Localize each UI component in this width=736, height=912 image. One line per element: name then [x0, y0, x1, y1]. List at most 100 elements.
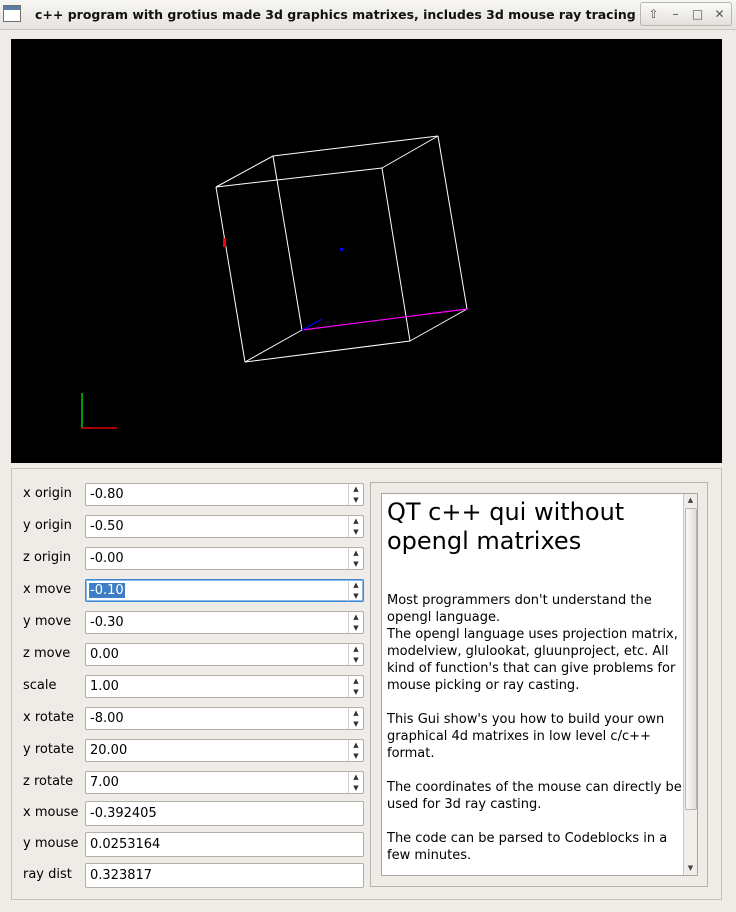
spin-up-arrow-icon[interactable]: ▲	[349, 772, 363, 782]
field-label: x move	[23, 582, 72, 597]
info-paragraph: The coordinates of the mouse can directl…	[387, 780, 682, 812]
field-label: z move	[23, 646, 71, 661]
x-rotate-spinbox[interactable]: -8.00 ▲ ▼	[85, 707, 364, 730]
info-scrollbar[interactable]: ▲ ▼	[683, 494, 697, 875]
spin-down-arrow-icon[interactable]: ▼	[349, 655, 363, 665]
info-text-view[interactable]: QT c++ qui without opengl matrixes Most …	[381, 493, 698, 876]
field-label: y origin	[23, 518, 72, 533]
spin-down-arrow-icon[interactable]: ▼	[349, 495, 363, 505]
x-mouse-field[interactable]: -0.392405	[85, 801, 364, 826]
field-label: z origin	[23, 550, 71, 565]
cube-edge	[215, 186, 246, 363]
scroll-up-arrow-icon[interactable]: ▲	[684, 494, 697, 507]
spin-down-arrow-icon[interactable]: ▼	[349, 687, 363, 697]
field-label: scale	[23, 678, 57, 693]
spin-buttons: ▲ ▼	[348, 740, 363, 761]
spin-buttons: ▲ ▼	[348, 548, 363, 569]
scroll-down-arrow-icon[interactable]: ▼	[684, 862, 697, 875]
spinbox-value: 0.00	[90, 647, 119, 662]
spinbox-value: -0.00	[90, 551, 124, 566]
spinbox-value: 20.00	[90, 743, 128, 758]
spin-down-arrow-icon[interactable]: ▼	[349, 623, 363, 633]
spin-buttons: ▲ ▼	[348, 516, 363, 537]
spinbox-value: 1.00	[90, 679, 119, 694]
spin-up-arrow-icon[interactable]: ▲	[349, 580, 363, 590]
cube-edge	[409, 308, 468, 342]
cube-center-point	[340, 248, 343, 251]
ray-dist-field[interactable]: 0.323817	[85, 863, 364, 888]
field-value: -0.392405	[90, 806, 157, 821]
cube-edge	[272, 155, 303, 331]
field-label: y mouse	[23, 836, 79, 851]
field-label: x rotate	[23, 710, 74, 725]
x-move-spinbox[interactable]: -0.10 ▲ ▼	[85, 579, 364, 602]
spinbox-value: -0.80	[90, 487, 124, 502]
cube-edge	[215, 167, 383, 188]
cube-edge	[244, 340, 411, 363]
minimize-icon[interactable]: –	[665, 5, 686, 24]
spin-buttons: ▲ ▼	[348, 772, 363, 793]
window-title: c++ program with grotius made 3d graphic…	[35, 7, 652, 22]
cube-edge	[244, 329, 303, 363]
spin-down-arrow-icon[interactable]: ▼	[349, 527, 363, 537]
cube-edge	[437, 135, 468, 310]
shade-up-icon[interactable]: ⇧	[643, 5, 664, 24]
spin-up-arrow-icon[interactable]: ▲	[349, 612, 363, 622]
spin-down-arrow-icon[interactable]: ▼	[349, 591, 363, 601]
spin-up-arrow-icon[interactable]: ▲	[349, 740, 363, 750]
title-bar[interactable]: c++ program with grotius made 3d graphic…	[0, 0, 736, 30]
spin-down-arrow-icon[interactable]: ▼	[349, 751, 363, 761]
x-origin-spinbox[interactable]: -0.80 ▲ ▼	[85, 483, 364, 506]
viewport-drawing	[81, 135, 468, 429]
cube-edge	[381, 167, 411, 342]
field-label: x mouse	[23, 805, 79, 820]
field-label: y rotate	[23, 742, 74, 757]
scroll-thumb[interactable]	[685, 508, 697, 810]
spin-down-arrow-icon[interactable]: ▼	[349, 783, 363, 793]
spin-up-arrow-icon[interactable]: ▲	[349, 644, 363, 654]
cube-edge	[272, 135, 439, 157]
info-paragraph: The code can be parsed to Codeblocks in …	[387, 831, 668, 863]
spinbox-value: -0.30	[90, 615, 124, 630]
spin-buttons: ▲ ▼	[348, 676, 363, 697]
spin-up-arrow-icon[interactable]: ▲	[349, 516, 363, 526]
info-text-content: QT c++ qui without opengl matrixes Most …	[387, 498, 683, 875]
field-label: ray dist	[23, 867, 72, 882]
highlighted-ray-edge	[301, 308, 468, 331]
scale-spinbox[interactable]: 1.00 ▲ ▼	[85, 675, 364, 698]
info-heading: QT c++ qui without opengl matrixes	[387, 498, 625, 555]
maximize-icon[interactable]: □	[687, 5, 708, 24]
cube-edge	[215, 155, 274, 188]
spin-buttons: ▲ ▼	[348, 612, 363, 633]
field-value: 0.0253164	[90, 837, 161, 852]
y-rotate-spinbox[interactable]: 20.00 ▲ ▼	[85, 739, 364, 762]
close-icon[interactable]: ✕	[709, 5, 730, 24]
field-label: z rotate	[23, 774, 74, 789]
3d-viewport[interactable]	[11, 39, 722, 463]
spin-buttons: ▲ ▼	[348, 644, 363, 665]
spin-up-arrow-icon[interactable]: ▲	[349, 676, 363, 686]
spin-up-arrow-icon[interactable]: ▲	[349, 548, 363, 558]
y-origin-spinbox[interactable]: -0.50 ▲ ▼	[85, 515, 364, 538]
y-move-spinbox[interactable]: -0.30 ▲ ▼	[85, 611, 364, 634]
y-mouse-field[interactable]: 0.0253164	[85, 832, 364, 857]
field-value: 0.323817	[90, 868, 153, 883]
spinbox-value: -0.50	[90, 519, 124, 534]
z-rotate-spinbox[interactable]: 7.00 ▲ ▼	[85, 771, 364, 794]
info-paragraph: This Gui show's you how to build your ow…	[387, 712, 665, 761]
spin-up-arrow-icon[interactable]: ▲	[349, 484, 363, 494]
z-origin-spinbox[interactable]: -0.00 ▲ ▼	[85, 547, 364, 570]
info-paragraph: Most programmers don't understand the op…	[387, 593, 678, 693]
spin-buttons: ▲ ▼	[348, 484, 363, 505]
spin-down-arrow-icon[interactable]: ▼	[349, 719, 363, 729]
z-move-spinbox[interactable]: 0.00 ▲ ▼	[85, 643, 364, 666]
spin-buttons: ▲ ▼	[348, 580, 363, 601]
spin-up-arrow-icon[interactable]: ▲	[349, 708, 363, 718]
field-label: y move	[23, 614, 72, 629]
spin-down-arrow-icon[interactable]: ▼	[349, 559, 363, 569]
spin-buttons: ▲ ▼	[348, 708, 363, 729]
app-window-icon[interactable]	[3, 5, 21, 22]
field-label: x origin	[23, 486, 72, 501]
cube-edge	[381, 135, 439, 169]
spinbox-value: -8.00	[90, 711, 124, 726]
